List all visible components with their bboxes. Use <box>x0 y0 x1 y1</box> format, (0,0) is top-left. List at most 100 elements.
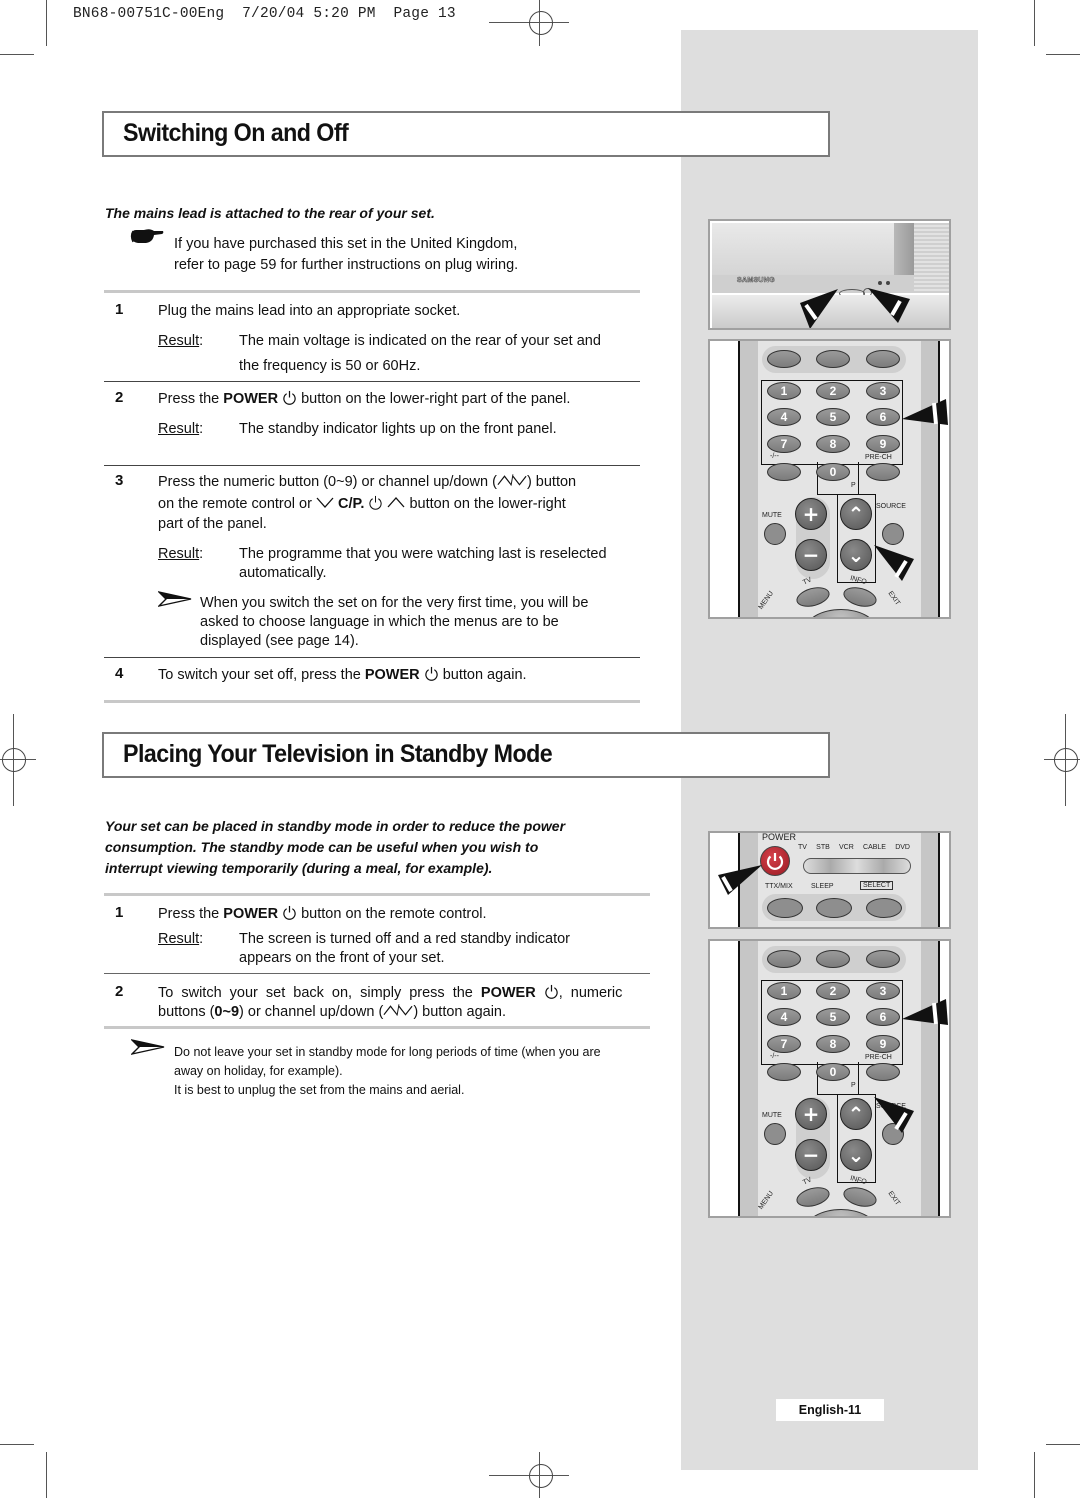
p-label: P <box>851 482 856 489</box>
divider <box>104 1026 650 1029</box>
mute-button[interactable] <box>764 1123 786 1145</box>
prech-button[interactable] <box>866 1063 900 1081</box>
divider <box>104 973 650 974</box>
section-lead: consumption. The standby mode can be use… <box>105 839 539 855</box>
crop-mark <box>46 0 47 46</box>
sleep-button[interactable] <box>816 350 850 368</box>
power-icon <box>424 666 438 681</box>
number-key[interactable]: 1 <box>767 382 801 400</box>
note-line: asked to choose language in which the me… <box>200 614 559 630</box>
dash-button[interactable] <box>767 1063 801 1081</box>
mode-selector[interactable] <box>803 858 911 874</box>
select-button[interactable] <box>866 898 902 918</box>
number-key[interactable]: 8 <box>816 1035 850 1053</box>
prech-label: PRE-CH <box>865 454 892 461</box>
volume-up-button[interactable]: + <box>795 1098 827 1130</box>
pointer-arrow <box>874 1097 914 1133</box>
volume-down-button[interactable]: − <box>795 1139 827 1171</box>
number-key[interactable]: 7 <box>767 435 801 453</box>
section-title-box: Switching On and Off <box>102 111 830 157</box>
number-key[interactable]: 5 <box>816 1008 850 1026</box>
crop-mark <box>0 1444 34 1445</box>
result-label: Result: <box>158 421 204 437</box>
channel-down-button[interactable]: ⌄ <box>840 1139 872 1171</box>
print-slug: BN68-00751C-00Eng 7/20/04 5:20 PM Page 1… <box>73 6 456 22</box>
crop-mark <box>1046 1444 1080 1445</box>
number-key[interactable]: 6 <box>866 408 900 426</box>
mute-label: MUTE <box>762 512 782 519</box>
number-key-label: 7 <box>780 437 788 451</box>
number-key[interactable]: 3 <box>866 382 900 400</box>
number-key-label: 3 <box>879 984 887 998</box>
arrow-note-icon <box>156 590 192 608</box>
number-key[interactable]: 0 <box>816 1063 850 1081</box>
number-key-label: 5 <box>829 1010 837 1024</box>
section-title: Placing Your Television in Standby Mode <box>123 740 553 768</box>
number-key[interactable]: 7 <box>767 1035 801 1053</box>
mode-vcr: VCR <box>839 844 854 851</box>
step-text: Press the POWER button on the lower-righ… <box>158 390 571 407</box>
number-key[interactable]: 1 <box>767 982 801 1000</box>
ttx-button[interactable] <box>767 950 801 968</box>
sleep-button[interactable] <box>816 898 852 918</box>
step-number: 1 <box>115 301 124 318</box>
step-text: Press the POWER button on the remote con… <box>158 905 487 922</box>
divider <box>104 893 650 896</box>
section-lead: The mains lead is attached to the rear o… <box>105 205 435 221</box>
section-title: Switching On and Off <box>123 119 349 147</box>
result-text: automatically. <box>239 565 327 581</box>
channel-up-button[interactable]: ⌃ <box>840 1098 872 1130</box>
mode-cable: CABLE <box>863 844 886 851</box>
remote-control-figure: 1234567890 -/-- PRE-CH P + − ⌃ ⌄ MUTE SO… <box>708 939 951 1218</box>
registration-mark-right <box>1040 700 1080 806</box>
note-line: away on holiday, for example). <box>174 1064 343 1078</box>
crop-mark <box>46 1452 47 1498</box>
number-key[interactable]: 6 <box>866 1008 900 1026</box>
power-icon <box>369 495 383 510</box>
number-key[interactable]: 9 <box>866 1035 900 1053</box>
number-key[interactable]: 9 <box>866 435 900 453</box>
number-key-label: 1 <box>780 984 788 998</box>
result-label: Result: <box>158 546 204 562</box>
number-key-label: 9 <box>879 437 887 451</box>
number-key[interactable]: 4 <box>767 408 801 426</box>
channel-down-icon <box>316 497 334 508</box>
slug-page: Page 13 <box>393 6 456 22</box>
select-button[interactable] <box>866 950 900 968</box>
pointer-arrow <box>874 545 914 581</box>
select-button[interactable] <box>866 350 900 368</box>
dash-button[interactable] <box>767 463 801 481</box>
step-text: on the remote control or C/P. button on … <box>158 495 566 512</box>
number-key[interactable]: 2 <box>816 982 850 1000</box>
number-key[interactable]: 0 <box>816 463 850 481</box>
channel-down-button[interactable]: ⌄ <box>840 539 872 571</box>
mute-button[interactable] <box>764 523 786 545</box>
note-line: refer to page 59 for further instruction… <box>174 257 519 273</box>
slug-date: 7/20/04 <box>242 6 305 22</box>
channel-up-down-icon <box>497 474 527 486</box>
volume-up-button[interactable]: + <box>795 498 827 530</box>
number-key[interactable]: 2 <box>816 382 850 400</box>
number-key[interactable]: 5 <box>816 408 850 426</box>
number-key-label: 0 <box>829 465 837 479</box>
number-key-label: 2 <box>829 384 837 398</box>
prech-button[interactable] <box>866 463 900 481</box>
channel-up-button[interactable]: ⌃ <box>840 498 872 530</box>
pointer-arrows <box>718 865 762 895</box>
step-text: buttons (0~9) or channel up/down () butt… <box>158 1004 507 1020</box>
slug-time: 5:20 PM <box>313 6 376 22</box>
ttx-button[interactable] <box>767 350 801 368</box>
channel-up-icon <box>387 497 405 508</box>
result-text: the frequency is 50 or 60Hz. <box>239 358 421 374</box>
number-key[interactable]: 4 <box>767 1008 801 1026</box>
divider <box>104 465 640 466</box>
step-number: 2 <box>115 983 124 1000</box>
note-line: displayed (see page 14). <box>200 633 359 649</box>
sleep-button[interactable] <box>816 950 850 968</box>
number-key-label: 8 <box>829 1037 837 1051</box>
number-key[interactable]: 8 <box>816 435 850 453</box>
number-key[interactable]: 3 <box>866 982 900 1000</box>
source-label: SOURCE <box>876 503 906 510</box>
result-text: appears on the front of your set. <box>239 950 445 966</box>
volume-down-button[interactable]: − <box>795 539 827 571</box>
